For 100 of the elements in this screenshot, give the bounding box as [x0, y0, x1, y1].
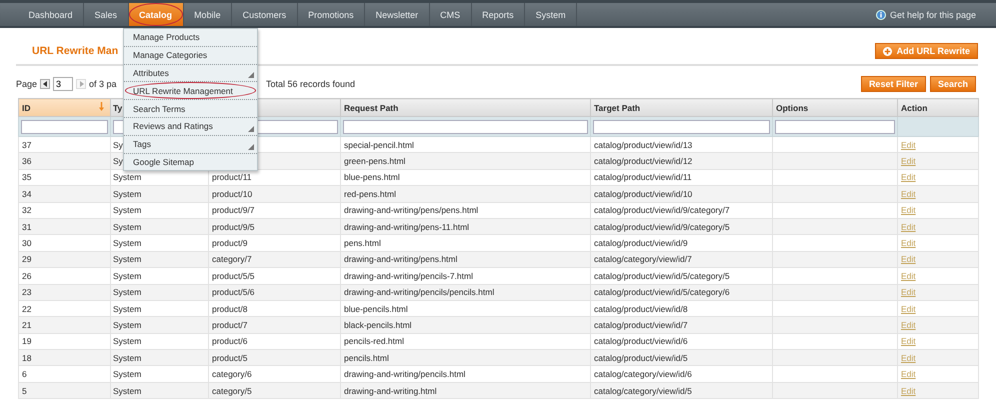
table-cell: 37 [22, 140, 32, 150]
filter-field[interactable] [593, 120, 770, 134]
table-cell: pencils-red.html [344, 336, 404, 346]
table-cell: product/9/7 [212, 205, 255, 216]
menu-item[interactable]: Manage Categories [124, 46, 257, 65]
table-cell: 22 [22, 304, 32, 314]
table-cell: System [113, 254, 142, 264]
column-header[interactable]: Request Path [340, 98, 590, 116]
table-cell: catalog/product/view/id/9/category/5 [594, 222, 730, 232]
column-header[interactable]: Target Path [590, 98, 772, 116]
table-cell: 34 [22, 188, 32, 199]
nav-tab[interactable]: Catalog [128, 3, 184, 26]
menu-item[interactable]: Manage Products [124, 29, 257, 47]
table-cell: 23 [22, 287, 32, 298]
table-cell: drawing-and-writing/pens/pens.html [344, 205, 478, 216]
table-cell: catalog/product/view/id/12 [594, 156, 692, 166]
filter-field[interactable] [775, 120, 895, 134]
table-cell: catalog/category/view/id/6 [594, 369, 692, 380]
table-cell: catalog/product/view/id/11 [594, 172, 692, 182]
add-url-rewrite-button[interactable]: Add URL Rewrite [874, 43, 978, 59]
table-cell: 31 [22, 222, 32, 232]
nav-tab[interactable]: CMS [430, 3, 472, 26]
table-cell: catalog/product/view/id/13 [594, 140, 692, 150]
table-cell: catalog/product/view/id/7 [594, 320, 688, 330]
menu-item[interactable]: Tags [124, 136, 257, 154]
page-count: of 3 pa [89, 79, 117, 89]
nav-tab[interactable]: Newsletter [365, 3, 430, 26]
table-cell: Sy [113, 140, 123, 150]
table-cell: System [113, 336, 142, 346]
table-cell: System [113, 320, 142, 330]
table-cell: product/11 [212, 172, 252, 182]
table-cell: drawing-and-writing/pens-11.html [344, 222, 470, 232]
table-cell: drawing-and-writing/pencils.html [344, 369, 466, 380]
table-cell: System [113, 304, 142, 314]
table-cell: System [113, 352, 142, 363]
table-cell: blue-pencils.html [344, 304, 408, 314]
menu-item[interactable]: URL Rewrite Management [124, 82, 257, 100]
page-field[interactable]: 3 [53, 77, 74, 91]
nav-tab[interactable]: Customers [232, 3, 298, 26]
table-cell: red-pens.html [344, 188, 396, 199]
table-cell: 35 [22, 172, 32, 182]
table-cell: System [113, 287, 142, 298]
column-header[interactable]: ID [18, 98, 110, 116]
table-cell: product/5/5 [212, 270, 255, 281]
table-cell: drawing-and-writing.html [344, 386, 437, 396]
nav-tab[interactable]: Promotions [298, 3, 366, 26]
nav-tab[interactable]: System [525, 3, 578, 26]
table-cell: product/5/6 [212, 287, 255, 298]
table-cell: catalog/product/view/id/5/category/5 [594, 270, 730, 281]
table-cell: catalog/product/view/id/5 [594, 352, 688, 363]
menu-item[interactable]: Search Terms [124, 100, 257, 118]
table-cell: green-pens.html [344, 156, 406, 166]
nav-tab[interactable]: Reports [472, 3, 526, 26]
menu-item[interactable]: Google Sitemap [124, 154, 257, 170]
records-count: Total 56 records found [266, 79, 356, 89]
help-icon[interactable] [876, 10, 886, 20]
table-cell: category/7 [212, 254, 252, 264]
pager-label: Page [16, 79, 38, 89]
table-cell: catalog/product/view/id/5/category/6 [594, 287, 730, 298]
sort-arrow-icon [99, 102, 104, 111]
table-cell: catalog/product/view/id/9/category/7 [594, 205, 730, 216]
table-cell: System [113, 369, 142, 380]
column-header[interactable]: Options [772, 98, 898, 116]
table-cell: drawing-and-writing/pencils-7.html [344, 270, 473, 281]
filter-field[interactable] [343, 120, 588, 134]
table-cell: System [113, 172, 142, 182]
table-cell: product/7 [212, 320, 248, 330]
menu-item[interactable]: Attributes [124, 64, 257, 82]
table-cell: 18 [22, 352, 32, 363]
table-cell: category/5 [212, 386, 252, 396]
nav-tab[interactable]: Mobile [184, 3, 232, 26]
next-page-button[interactable] [76, 79, 86, 89]
right-arrow-icon [78, 81, 84, 87]
page-title: URL Rewrite Man [31, 45, 118, 57]
table-cell: category/6 [212, 369, 252, 380]
table-cell: System [113, 238, 142, 248]
column-header[interactable]: Action [898, 98, 978, 116]
table-cell: 5 [22, 386, 27, 396]
help-link[interactable]: Get help for this page [890, 10, 976, 20]
table-cell: drawing-and-writing/pencils/pencils.html [344, 287, 494, 298]
table-cell: pencils.html [344, 352, 389, 363]
table-cell: 30 [22, 238, 32, 248]
table-cell: catalog/category/view/id/5 [594, 386, 692, 396]
filter-field[interactable] [21, 120, 108, 134]
plus-icon [882, 46, 892, 56]
table-cell: product/9/5 [212, 222, 255, 232]
table-cell: 36 [22, 156, 32, 166]
table-cell: catalog/category/view/id/7 [594, 254, 692, 264]
filter-button[interactable]: Search [930, 76, 976, 92]
table-cell: product/6 [212, 336, 248, 346]
table-cell: System [113, 386, 142, 396]
menu-item[interactable]: Reviews and Ratings [124, 118, 257, 136]
table-cell: product/5 [212, 352, 248, 363]
table-cell: System [113, 205, 142, 216]
filter-button[interactable]: Reset Filter [860, 76, 926, 92]
table-cell: 26 [22, 270, 32, 281]
nav-tab[interactable]: Dashboard [18, 3, 84, 26]
table-cell: 6 [22, 369, 27, 380]
table-cell: 19 [22, 336, 32, 346]
previous-page-button[interactable] [40, 79, 50, 89]
